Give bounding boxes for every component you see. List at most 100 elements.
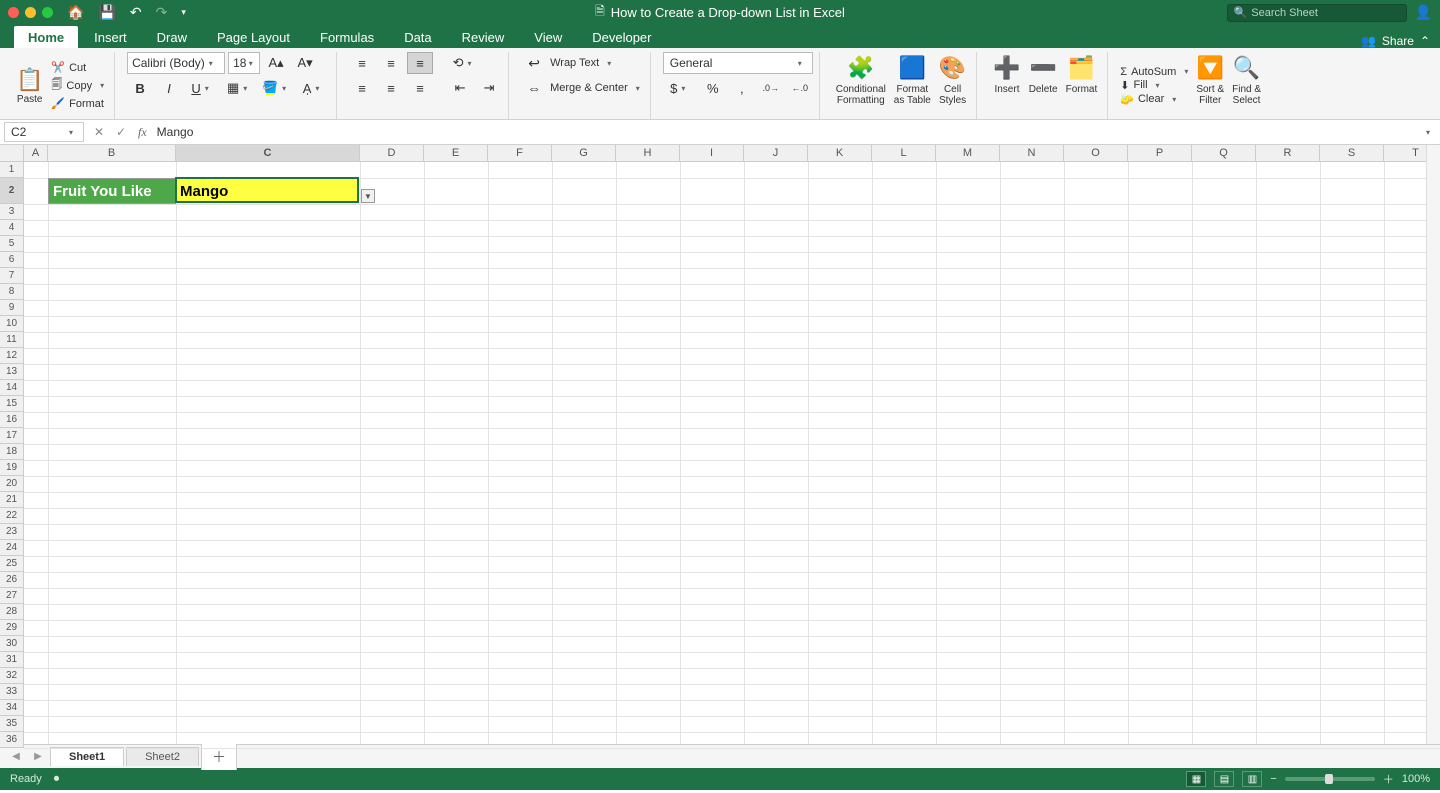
orientation-button[interactable]: ⟲▾ <box>447 52 481 74</box>
user-account-icon[interactable]: 👤 <box>1415 4 1432 21</box>
row-header-21[interactable]: 21 <box>0 492 24 508</box>
col-header-C[interactable]: C <box>176 145 360 162</box>
col-header-I[interactable]: I <box>680 145 744 162</box>
next-sheet-icon[interactable]: ▶ <box>28 751 48 762</box>
percent-button[interactable]: % <box>700 77 726 99</box>
zoom-slider[interactable] <box>1285 777 1375 781</box>
comma-button[interactable]: , <box>729 77 755 99</box>
underline-button[interactable]: U▾ <box>185 77 219 99</box>
row-header-6[interactable]: 6 <box>0 252 24 268</box>
prev-sheet-icon[interactable]: ◀ <box>6 751 26 762</box>
clear-button[interactable]: 🧽Clear▾ <box>1120 93 1192 106</box>
row-header-9[interactable]: 9 <box>0 300 24 316</box>
undo-icon[interactable]: ↶ <box>130 4 142 21</box>
normal-view-icon[interactable]: ▦ <box>1186 771 1206 787</box>
page-layout-view-icon[interactable]: ▤ <box>1214 771 1234 787</box>
cancel-formula-icon[interactable]: ✕ <box>88 125 110 139</box>
row-header-23[interactable]: 23 <box>0 524 24 540</box>
select-all-corner[interactable] <box>0 145 24 162</box>
increase-indent-button[interactable]: ⇥ <box>476 77 502 99</box>
font-name-combo[interactable]: Calibri (Body)▾ <box>127 52 225 74</box>
sheet-tab-2[interactable]: Sheet2 <box>126 747 199 766</box>
align-top-button[interactable]: ≡ <box>349 52 375 74</box>
tab-formulas[interactable]: Formulas <box>306 26 388 48</box>
zoom-out-icon[interactable]: − <box>1270 773 1276 785</box>
paste-button[interactable]: 📋 Paste <box>12 67 47 105</box>
tab-view[interactable]: View <box>520 26 576 48</box>
sort-filter-button[interactable]: 🔽Sort & Filter <box>1192 52 1228 119</box>
row-header-2[interactable]: 2 <box>0 178 24 204</box>
font-color-button[interactable]: A▾ <box>296 77 330 99</box>
increase-decimal-button[interactable]: .0→ <box>758 77 784 99</box>
row-header-34[interactable]: 34 <box>0 700 24 716</box>
fx-icon[interactable]: fx <box>138 125 147 140</box>
row-header-33[interactable]: 33 <box>0 684 24 700</box>
find-select-button[interactable]: 🔍Find & Select <box>1228 52 1265 119</box>
name-box[interactable]: C2▾ <box>4 122 84 142</box>
col-header-Q[interactable]: Q <box>1192 145 1256 162</box>
redo-icon[interactable]: ↷ <box>156 4 168 21</box>
tab-home[interactable]: Home <box>14 26 78 48</box>
row-header-12[interactable]: 12 <box>0 348 24 364</box>
row-header-35[interactable]: 35 <box>0 716 24 732</box>
qat-dropdown-icon[interactable]: ▾ <box>181 7 186 18</box>
col-header-K[interactable]: K <box>808 145 872 162</box>
row-header-5[interactable]: 5 <box>0 236 24 252</box>
col-header-P[interactable]: P <box>1128 145 1192 162</box>
row-header-1[interactable]: 1 <box>0 162 24 178</box>
row-header-19[interactable]: 19 <box>0 460 24 476</box>
align-right-button[interactable]: ≡ <box>407 77 433 99</box>
col-header-E[interactable]: E <box>424 145 488 162</box>
font-size-combo[interactable]: 18▾ <box>228 52 260 74</box>
data-validation-dropdown-icon[interactable]: ▼ <box>361 189 375 203</box>
col-header-B[interactable]: B <box>48 145 176 162</box>
col-header-D[interactable]: D <box>360 145 424 162</box>
page-break-view-icon[interactable]: ▥ <box>1242 771 1262 787</box>
row-header-3[interactable]: 3 <box>0 204 24 220</box>
autosum-button[interactable]: ΣAutoSum▾ <box>1120 66 1192 78</box>
fill-color-button[interactable]: 🪣▾ <box>259 77 293 99</box>
row-header-29[interactable]: 29 <box>0 620 24 636</box>
row-header-15[interactable]: 15 <box>0 396 24 412</box>
sheet-tab-1[interactable]: Sheet1 <box>50 747 124 766</box>
record-macro-icon[interactable]: ⏺ <box>54 773 60 786</box>
tab-insert[interactable]: Insert <box>80 26 141 48</box>
zoom-level[interactable]: 100% <box>1402 773 1430 785</box>
share-button[interactable]: Share <box>1382 34 1414 48</box>
col-header-A[interactable]: A <box>24 145 48 162</box>
decrease-font-button[interactable]: A▾ <box>292 52 318 74</box>
row-header-28[interactable]: 28 <box>0 604 24 620</box>
tab-draw[interactable]: Draw <box>143 26 201 48</box>
align-bottom-button[interactable]: ≡ <box>407 52 433 74</box>
bold-button[interactable]: B <box>127 77 153 99</box>
cell-styles-button[interactable]: 🎨Cell Styles <box>935 52 970 119</box>
col-header-R[interactable]: R <box>1256 145 1320 162</box>
align-left-button[interactable]: ≡ <box>349 77 375 99</box>
delete-cells-button[interactable]: ➖Delete <box>1025 52 1062 119</box>
minimize-window-icon[interactable] <box>25 7 36 18</box>
row-header-22[interactable]: 22 <box>0 508 24 524</box>
search-sheet-input[interactable]: 🔍 Search Sheet <box>1227 4 1407 22</box>
zoom-in-icon[interactable]: ＋ <box>1383 771 1394 787</box>
increase-font-button[interactable]: A▴ <box>263 52 289 74</box>
number-format-combo[interactable]: General▾ <box>663 52 813 74</box>
conditional-formatting-button[interactable]: 🧩Conditional Formatting <box>832 52 890 119</box>
row-header-17[interactable]: 17 <box>0 428 24 444</box>
col-header-S[interactable]: S <box>1320 145 1384 162</box>
row-header-13[interactable]: 13 <box>0 364 24 380</box>
row-header-4[interactable]: 4 <box>0 220 24 236</box>
col-header-M[interactable]: M <box>936 145 1000 162</box>
save-icon[interactable]: 💾 <box>98 4 115 21</box>
row-header-31[interactable]: 31 <box>0 652 24 668</box>
collapse-ribbon-icon[interactable]: ⌃ <box>1420 34 1430 48</box>
row-header-7[interactable]: 7 <box>0 268 24 284</box>
formula-input[interactable]: Mango <box>153 125 1422 139</box>
decrease-decimal-button[interactable]: ←.0 <box>787 77 813 99</box>
row-header-36[interactable]: 36 <box>0 732 24 748</box>
borders-button[interactable]: ▦▾ <box>222 77 256 99</box>
row-header-26[interactable]: 26 <box>0 572 24 588</box>
col-header-G[interactable]: G <box>552 145 616 162</box>
row-header-18[interactable]: 18 <box>0 444 24 460</box>
insert-cells-button[interactable]: ➕Insert <box>989 52 1024 119</box>
row-header-20[interactable]: 20 <box>0 476 24 492</box>
